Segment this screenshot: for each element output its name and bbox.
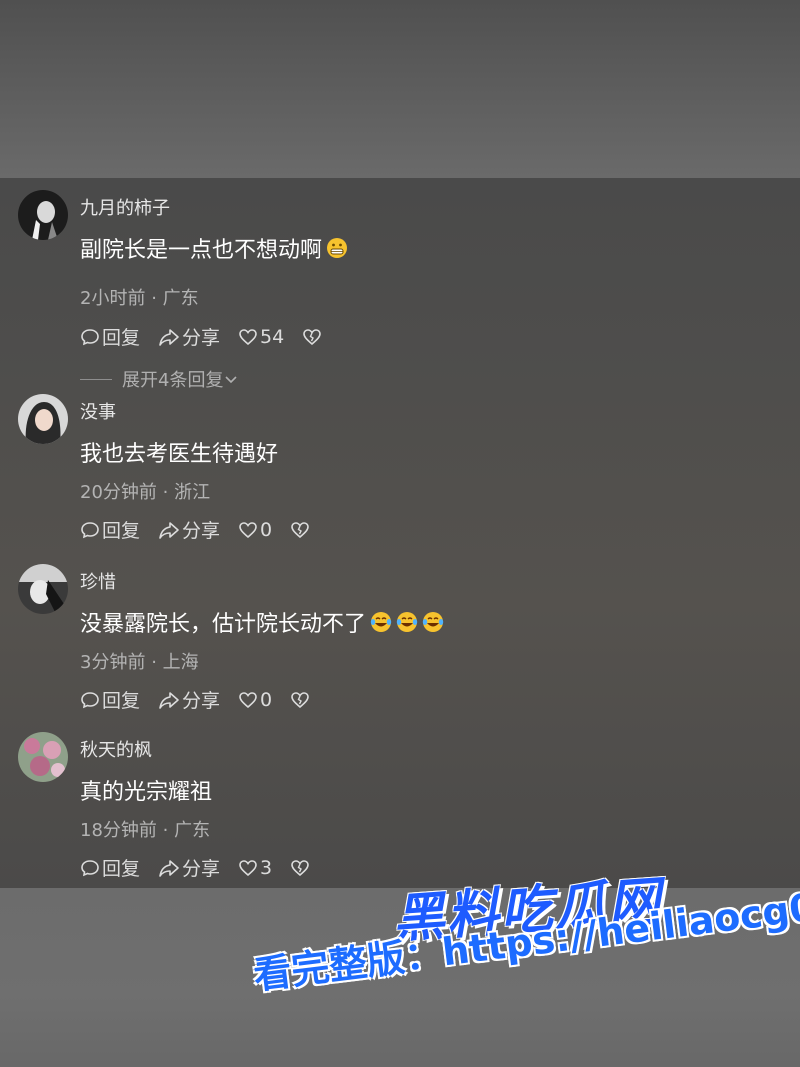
reply-label: 回复 — [102, 520, 141, 542]
comment-actions: 回复 分享 0 — [80, 516, 330, 543]
expand-replies-button[interactable]: 展开4条回复 — [80, 366, 239, 392]
comment-location: 上海 — [162, 652, 199, 673]
avatar[interactable] — [18, 394, 68, 444]
comment-meta: 2小时前 · 广东 — [80, 284, 199, 310]
reply-icon — [81, 521, 99, 538]
share-icon — [159, 521, 179, 539]
grimace-emoji-icon — [326, 237, 348, 265]
username[interactable]: 珍惜 — [80, 568, 116, 594]
share-icon — [159, 328, 179, 346]
reply-icon — [81, 691, 99, 708]
comment-time: 18分钟前 — [80, 820, 157, 841]
avatar[interactable] — [18, 564, 68, 614]
comments-panel: 九月的柿子 副院长是一点也不想动啊 2小时前 · 广东 回复 分享 54 展开4… — [0, 178, 800, 888]
dislike-button[interactable] — [290, 690, 312, 710]
video-area — [0, 0, 800, 178]
reply-button[interactable]: 回复 — [80, 686, 140, 713]
meta-separator: · — [162, 820, 169, 841]
laugh-cry-emoji-icon — [422, 611, 444, 639]
like-count: 3 — [260, 856, 273, 879]
meta-separator: · — [151, 288, 157, 309]
reply-button[interactable]: 回复 — [80, 323, 140, 350]
comment-actions: 回复 分享 0 — [80, 686, 330, 713]
expand-label: 展开4条回复 — [122, 370, 224, 391]
comment-text: 副院长是一点也不想动啊 — [80, 232, 348, 265]
share-button[interactable]: 分享 — [158, 516, 220, 543]
heart-icon — [239, 859, 257, 876]
like-button[interactable]: 54 — [238, 326, 284, 348]
chevron-down-icon — [225, 376, 238, 384]
comment-text: 我也去考医生待遇好 — [80, 442, 279, 467]
dislike-button[interactable] — [290, 520, 312, 540]
heart-icon — [239, 328, 257, 345]
like-button[interactable]: 3 — [238, 857, 272, 879]
broken-heart-icon — [291, 691, 309, 708]
comment-time: 2小时前 — [80, 288, 146, 309]
comment-time: 3分钟前 — [80, 652, 146, 673]
comment-meta: 20分钟前 · 浙江 — [80, 478, 210, 504]
comment-actions: 回复 分享 3 — [80, 854, 330, 881]
reply-label: 回复 — [102, 690, 141, 712]
share-button[interactable]: 分享 — [158, 686, 220, 713]
comment-location: 浙江 — [174, 482, 211, 503]
share-icon — [159, 859, 179, 877]
username[interactable]: 没事 — [80, 398, 116, 424]
comment-location: 广东 — [174, 820, 211, 841]
laugh-cry-emoji-icon — [370, 611, 392, 639]
comment-text: 没暴露院长，估计院长动不了 — [80, 606, 444, 639]
avatar[interactable] — [18, 190, 68, 240]
laugh-cry-emoji-icon — [396, 611, 418, 639]
share-label: 分享 — [182, 327, 221, 349]
comment-time: 20分钟前 — [80, 482, 157, 503]
heart-icon — [239, 691, 257, 708]
dislike-button[interactable] — [302, 327, 324, 347]
reply-button[interactable]: 回复 — [80, 854, 140, 881]
reply-label: 回复 — [102, 327, 141, 349]
divider — [80, 378, 112, 380]
like-button[interactable]: 0 — [238, 689, 272, 711]
reply-icon — [81, 859, 99, 876]
like-count: 0 — [260, 688, 273, 711]
like-button[interactable]: 0 — [238, 519, 272, 541]
username[interactable]: 九月的柿子 — [80, 194, 170, 220]
broken-heart-icon — [303, 328, 322, 345]
comment-meta: 3分钟前 · 上海 — [80, 648, 199, 674]
share-label: 分享 — [182, 520, 221, 542]
reply-label: 回复 — [102, 858, 141, 880]
share-button[interactable]: 分享 — [158, 323, 220, 350]
share-label: 分享 — [182, 690, 221, 712]
broken-heart-icon — [291, 521, 309, 538]
meta-separator: · — [151, 652, 157, 673]
comment-text-content: 没暴露院长，估计院长动不了 — [80, 612, 367, 637]
dislike-button[interactable] — [290, 858, 312, 878]
username[interactable]: 秋天的枫 — [80, 736, 152, 762]
comment-text: 真的光宗耀祖 — [80, 780, 213, 805]
heart-icon — [239, 521, 257, 538]
reply-button[interactable]: 回复 — [80, 516, 140, 543]
meta-separator: · — [162, 482, 169, 503]
comment-location: 广东 — [162, 288, 199, 309]
share-label: 分享 — [182, 858, 221, 880]
reply-icon — [81, 328, 99, 345]
share-icon — [159, 691, 179, 709]
share-button[interactable]: 分享 — [158, 854, 220, 881]
comment-actions: 回复 分享 54 — [80, 323, 342, 350]
broken-heart-icon — [291, 859, 309, 876]
like-count: 0 — [260, 518, 273, 541]
comment-text-content: 副院长是一点也不想动啊 — [80, 238, 323, 263]
avatar[interactable] — [18, 732, 68, 782]
comment-meta: 18分钟前 · 广东 — [80, 816, 210, 842]
like-count: 54 — [260, 325, 285, 348]
